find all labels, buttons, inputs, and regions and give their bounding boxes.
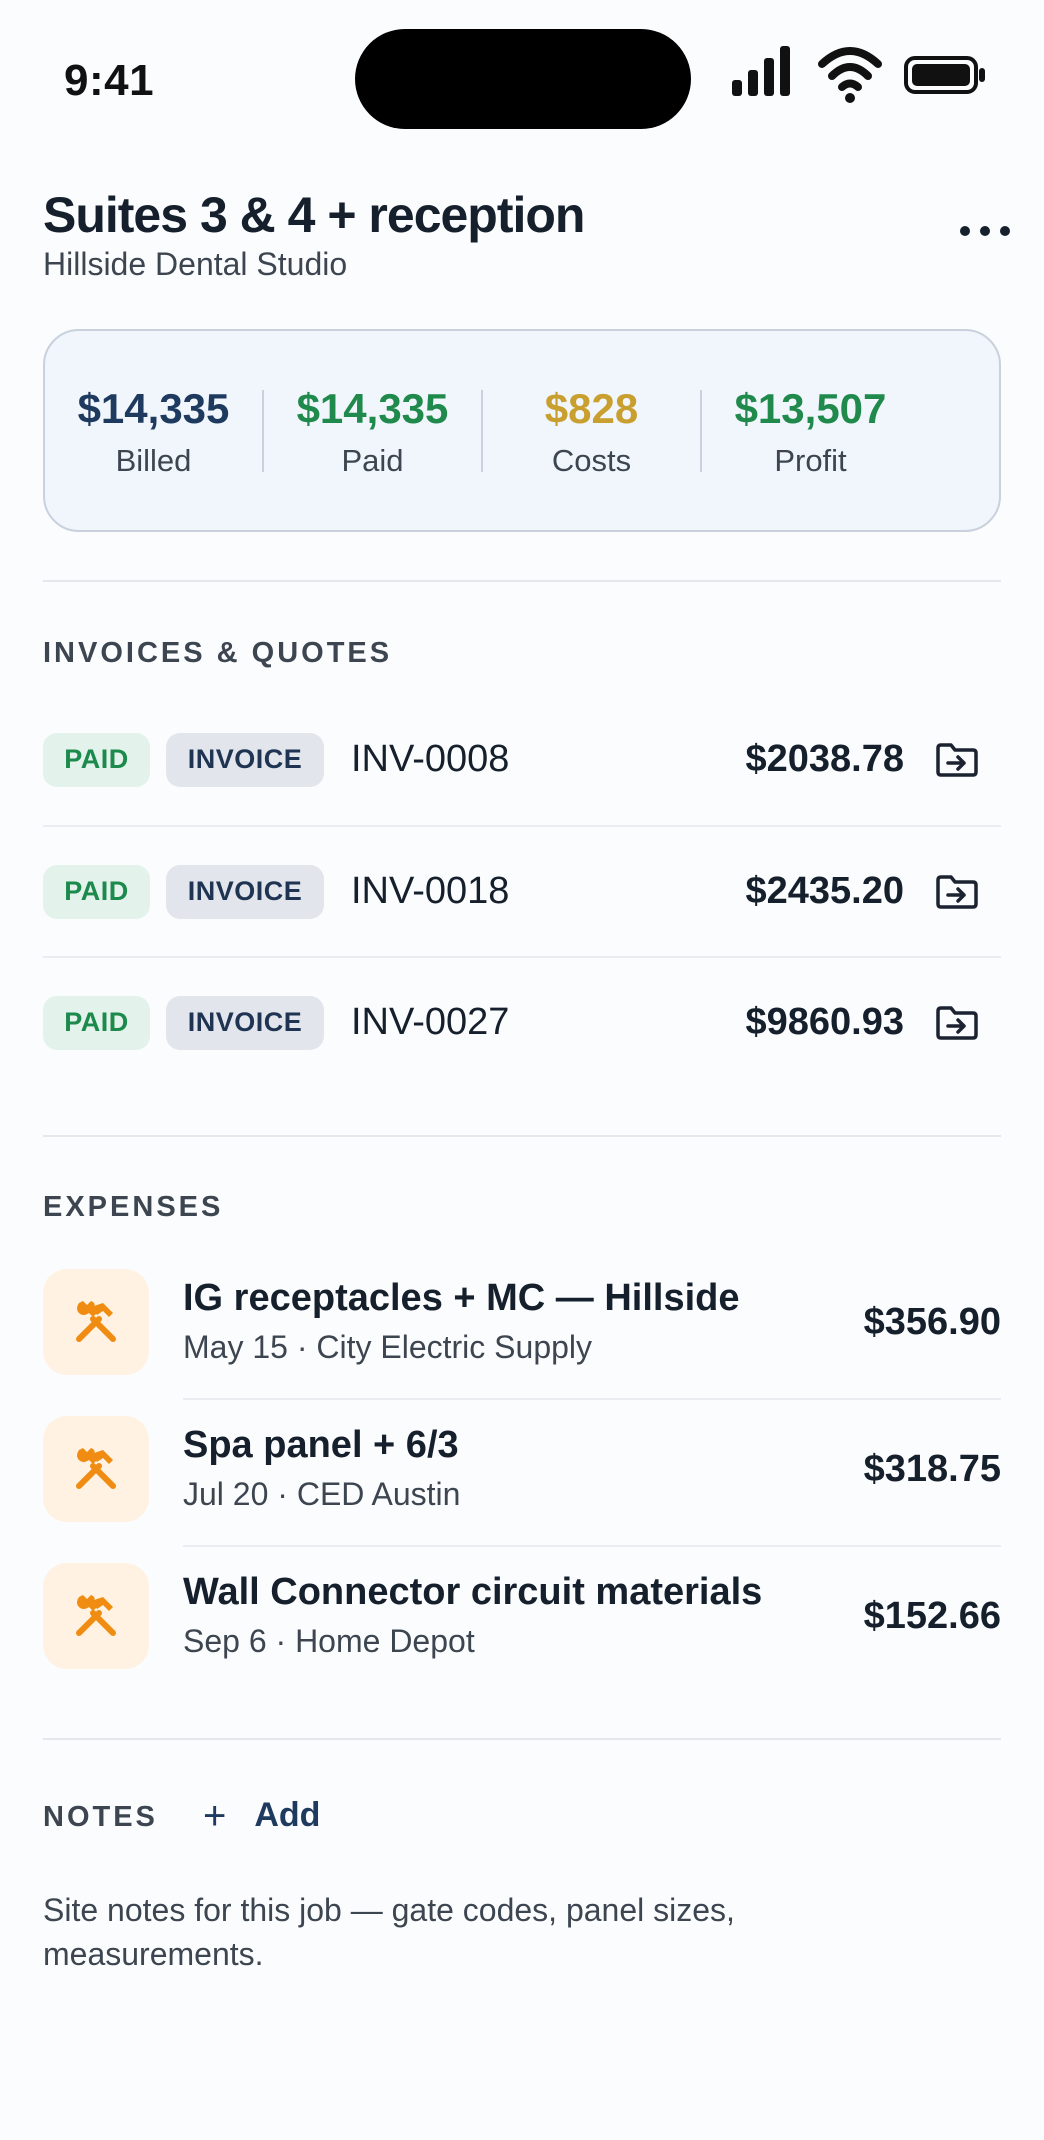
expense-amount: $356.90	[863, 1301, 1001, 1343]
dynamic-island	[355, 29, 691, 129]
folder-move-icon[interactable]	[935, 1005, 979, 1041]
folder-move-icon[interactable]	[935, 874, 979, 910]
stat-label: Profit	[774, 442, 847, 478]
invoice-amount: $9860.93	[745, 1001, 905, 1043]
notes-placeholder[interactable]: Site notes for this job — gate codes, pa…	[43, 1888, 943, 1976]
job-summary-card: $14,335 Billed $14,335 Paid $828 Costs $…	[43, 329, 1001, 532]
status-bar: 9:41	[0, 0, 1044, 150]
expense-meta: May 15 · City Electric Supply	[183, 1329, 593, 1365]
job-title: Suites 3 & 4 + reception	[43, 187, 585, 243]
type-badge: INVOICE	[166, 732, 324, 787]
type-badge: INVOICE	[166, 995, 324, 1050]
wifi-icon	[818, 47, 882, 103]
status-time: 9:41	[64, 56, 155, 105]
stat-profit: $13,507 Profit	[702, 383, 919, 479]
cellular-signal-icon	[732, 46, 790, 96]
expense-title: Wall Connector circuit materials	[183, 1571, 763, 1613]
expense-title: IG receptacles + MC — Hillside	[183, 1277, 740, 1319]
more-options-button[interactable]	[960, 216, 1010, 246]
invoice-number: INV-0018	[351, 870, 510, 912]
stat-value: $828	[544, 384, 639, 432]
expense-row[interactable]: IG receptacles + MC — Hillside May 15 · …	[43, 1253, 1001, 1400]
stat-costs: $828 Costs	[483, 383, 700, 479]
expense-icon-box	[43, 1416, 149, 1522]
more-dot-icon	[960, 226, 970, 236]
type-badge: INVOICE	[166, 864, 324, 919]
more-dot-icon	[980, 226, 990, 236]
invoice-number: INV-0027	[351, 1001, 510, 1043]
status-badge: PAID	[43, 732, 150, 787]
expense-icon-box	[43, 1269, 149, 1375]
section-divider	[43, 1135, 1001, 1137]
section-divider	[43, 1738, 1001, 1740]
expenses-section-label: EXPENSES	[43, 1191, 224, 1223]
expense-amount: $318.75	[863, 1448, 1001, 1490]
invoice-row[interactable]: PAID INVOICE INV-0008 $2038.78	[43, 694, 1001, 825]
stat-label: Costs	[551, 442, 632, 478]
stat-value: $14,335	[77, 384, 230, 432]
stat-paid: $14,335 Paid	[264, 383, 481, 479]
invoice-amount: $2038.78	[745, 738, 905, 780]
invoices-section-label: INVOICES & QUOTES	[43, 637, 393, 669]
expense-title: Spa panel + 6/3	[183, 1424, 459, 1466]
invoice-row[interactable]: PAID INVOICE INV-0027 $9860.93	[43, 957, 1001, 1088]
invoice-number: INV-0008	[351, 738, 510, 780]
stat-value: $14,335	[296, 384, 449, 432]
folder-move-icon[interactable]	[935, 742, 979, 778]
job-detail-screen: 9:41 Suites 3 & 4 + reception Hillside D…	[0, 0, 1044, 2140]
stat-label: Billed	[115, 442, 192, 478]
stat-label: Paid	[341, 442, 404, 478]
section-divider	[43, 580, 1001, 582]
expense-meta: Sep 6 · Home Depot	[183, 1623, 475, 1659]
status-badge: PAID	[43, 864, 150, 919]
status-badge: PAID	[43, 995, 150, 1050]
add-note-button[interactable]: + Add	[203, 1793, 321, 1838]
more-dot-icon	[1000, 226, 1010, 236]
tools-icon	[76, 1595, 116, 1636]
stat-value: $13,507	[734, 384, 887, 432]
tools-icon	[76, 1448, 116, 1489]
invoice-amount: $2435.20	[745, 870, 905, 912]
invoice-row[interactable]: PAID INVOICE INV-0018 $2435.20	[43, 826, 1001, 957]
notes-section-label: NOTES	[43, 1801, 158, 1833]
expense-icon-box	[43, 1563, 149, 1669]
expense-meta: Jul 20 · CED Austin	[183, 1476, 461, 1512]
add-note-label: Add	[254, 1796, 321, 1834]
expense-amount: $152.66	[863, 1595, 1001, 1637]
expense-row[interactable]: Wall Connector circuit materials Sep 6 ·…	[43, 1547, 1001, 1694]
expense-row[interactable]: Spa panel + 6/3 Jul 20 · CED Austin $318…	[43, 1400, 1001, 1547]
plus-icon: +	[203, 1793, 227, 1838]
battery-icon	[904, 56, 985, 94]
stat-billed: $14,335 Billed	[45, 383, 262, 479]
client-name: Hillside Dental Studio	[43, 246, 348, 282]
tools-icon	[76, 1301, 116, 1342]
